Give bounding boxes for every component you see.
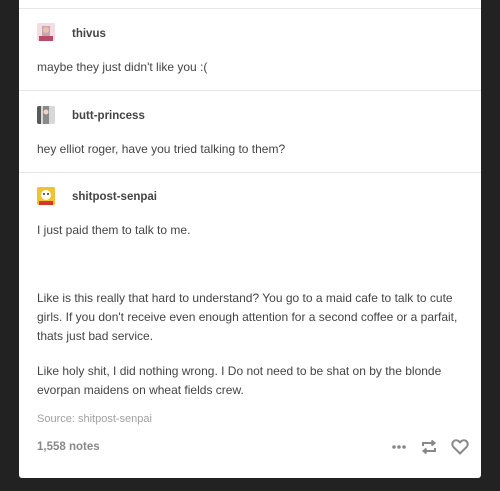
more-icon[interactable]: [391, 444, 407, 450]
notes-count[interactable]: 1,558 notes: [37, 441, 100, 453]
paragraph-text: Like is this really that hard to underst…: [37, 291, 458, 343]
divider: [19, 8, 481, 9]
avatar-butt-princess[interactable]: [37, 106, 55, 124]
post-text-butt-princess: hey elliot roger, have you tried talking…: [37, 142, 286, 156]
reblog-icon[interactable]: [420, 439, 438, 455]
username-butt-princess[interactable]: butt-princess: [72, 109, 145, 123]
paragraph-text: I just paid them to talk to me.: [37, 223, 191, 237]
avatar-shitpost-senpai[interactable]: [37, 187, 55, 205]
avatar-thivus[interactable]: [37, 23, 55, 41]
post-text-thivus: maybe they just didn't like you :(: [37, 60, 208, 74]
tumblr-post-card: thivus maybe they just didn't like you :…: [19, 0, 481, 478]
post-paragraph-1: I just paid them to talk to me.: [37, 221, 467, 240]
username-thivus[interactable]: thivus: [72, 27, 106, 41]
divider: [19, 172, 481, 173]
heart-icon[interactable]: [451, 439, 469, 455]
post-actions: [391, 437, 469, 457]
post-paragraph-2: Like is this really that hard to underst…: [37, 289, 467, 346]
divider: [19, 90, 481, 91]
source-link[interactable]: Source: shitpost-senpai: [37, 413, 152, 425]
username-shitpost-senpai[interactable]: shitpost-senpai: [72, 190, 157, 204]
post-paragraph-3: Like holy shit, I did nothing wrong. I D…: [37, 362, 467, 400]
paragraph-text: Like holy shit, I did nothing wrong. I D…: [37, 364, 442, 397]
